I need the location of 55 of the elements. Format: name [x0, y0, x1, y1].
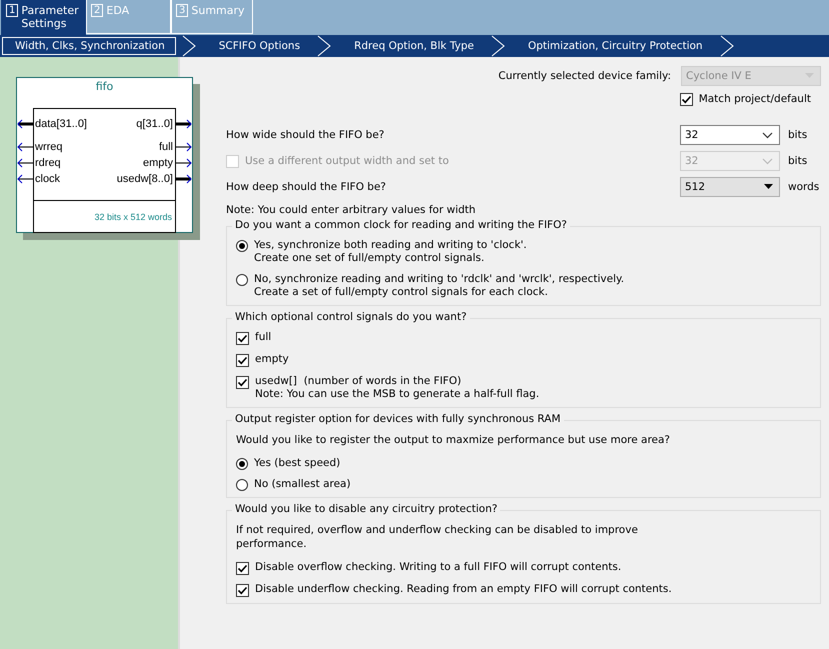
radio-button[interactable]: [236, 479, 248, 491]
symbol-title: fifo: [94, 79, 114, 95]
wizard-step[interactable]: Rdreq Option, Blk Type: [341, 37, 485, 55]
radio-button[interactable]: [236, 240, 248, 252]
unit-label: bits: [788, 155, 808, 167]
device-family-label: Currently selected device family:: [498, 70, 671, 82]
pin-label: full: [158, 141, 174, 153]
symbol-size-text: 32 bits x 512 words: [34, 200, 175, 230]
width-dropdown[interactable]: 32: [680, 125, 780, 145]
wizard-step[interactable]: Width, Clks, Synchronization: [2, 37, 176, 55]
depth-dropdown[interactable]: 512: [680, 177, 780, 197]
depth-label: How deep should the FIFO be?: [226, 181, 388, 193]
radio-label: No, synchronize reading and writing to 'rdclk' and 'wrclk', respectively. Create a set of full/empty control signals for each clock.: [254, 273, 624, 299]
width-label: How wide should the FIFO be?: [226, 129, 386, 141]
radio-label: Yes (best speed): [254, 457, 340, 470]
checkbox[interactable]: [236, 562, 249, 575]
checkbox-label: Disable overflow checking. Writing to a full FIFO will corrupt contents.: [255, 561, 622, 574]
checkbox-label: usedw[] (number of words in the FIFO) Note: You can use the MSB to generate a half-full flag.: [255, 375, 540, 401]
group-title: Output register option for devices with fully synchronous RAM: [232, 413, 564, 425]
chevron-down-icon: [762, 158, 773, 164]
checkbox-label: empty: [255, 353, 289, 366]
pin-label: data[31..0]: [34, 118, 88, 130]
unit-label: bits: [788, 129, 808, 141]
group-title: Which optional control signals do you want?: [232, 311, 470, 323]
checkbox-label: Disable underflow checking. Reading from an empty FIFO will corrupt contents.: [255, 583, 672, 596]
checkbox-label: Use a different output width and set to: [245, 155, 450, 167]
chevron-icon: [315, 35, 334, 57]
group-title: Would you like to disable any circuitry protection?: [232, 503, 500, 515]
wizard-tab[interactable]: 1 Parameter Settings: [1, 0, 86, 35]
group-title: Do you want a common clock for reading and writing the FIFO?: [232, 219, 570, 231]
pin-label: q[31..0]: [135, 118, 174, 130]
radio-label: No (smallest area): [254, 478, 351, 491]
chevron-down-icon: [762, 132, 773, 138]
radio-button[interactable]: [236, 458, 248, 470]
dropdown-arrow-icon: [764, 184, 773, 190]
checkbox-label: Match project/default: [698, 93, 811, 105]
radio-label: Yes, synchronize both reading and writing to 'clock'. Create one set of full/empty control signals.: [254, 239, 527, 265]
radio-button[interactable]: [236, 274, 248, 286]
question-text: Would you like to register the output to maxmize performance but use more area?: [236, 433, 671, 447]
note-text: Note: You could enter arbitrary values for width: [226, 203, 477, 218]
pin-label: clock: [34, 173, 62, 185]
checkbox[interactable]: [236, 376, 249, 389]
pin-label: rdreq: [34, 157, 62, 169]
pin-label: wrreq: [34, 141, 64, 153]
pin-label: empty: [142, 157, 174, 169]
unit-label: words: [788, 181, 820, 193]
pin-label: usedw[8..0]: [116, 173, 174, 185]
checkbox[interactable]: [236, 332, 249, 345]
wizard-step[interactable]: Optimization, Circuitry Protection: [514, 37, 714, 55]
checkbox[interactable]: [236, 584, 249, 597]
wizard-step[interactable]: SCFIFO Options: [206, 37, 312, 55]
checkbox-label: full: [255, 331, 272, 344]
checkbox[interactable]: [680, 92, 693, 106]
checkbox[interactable]: [236, 354, 249, 367]
question-text: If not required, overflow and underflow checking can be disabled to improve performance.: [236, 523, 639, 551]
